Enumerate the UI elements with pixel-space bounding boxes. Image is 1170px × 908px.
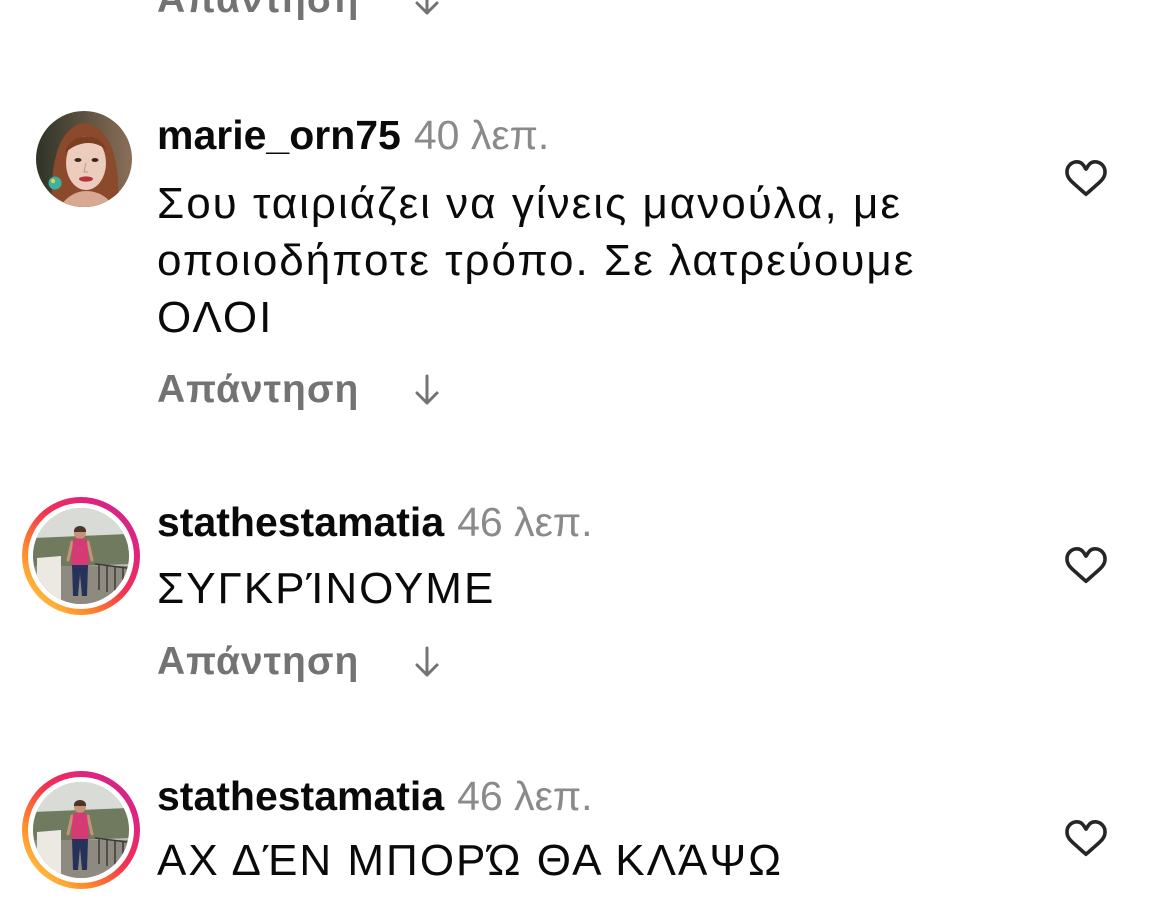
like-button[interactable]: [1062, 545, 1110, 589]
reply-button[interactable]: Απάντηση: [157, 638, 441, 686]
profile-photo: [36, 111, 132, 207]
heart-outline-icon: [1065, 160, 1107, 197]
comment-text: ΣΥΓΚΡΊΝΟΥΜΕ: [157, 564, 496, 613]
heart-outline-icon: [1065, 547, 1107, 584]
profile-photo: [33, 782, 129, 878]
comment-header: stathestamatia 46 λεπ.: [157, 772, 593, 820]
comments-list: Απάντηση: [0, 0, 1170, 908]
profile-photo: [33, 508, 129, 604]
like-button[interactable]: [1062, 818, 1110, 862]
username[interactable]: marie_orn75: [157, 112, 401, 159]
like-button[interactable]: [1062, 158, 1110, 202]
avatar[interactable]: [33, 782, 129, 878]
username[interactable]: stathestamatia: [157, 499, 444, 546]
comment-text: ΑΧ ΔΈΝ ΜΠΟΡΏ ΘΑ ΚΛΆΨΩ: [157, 836, 784, 885]
comment-header: stathestamatia 46 λεπ.: [157, 498, 593, 546]
comment-item: marie_orn75 40 λεπ. Σου ταιριάζει να γίν…: [0, 111, 1170, 414]
reply-button[interactable]: Απάντηση: [157, 0, 441, 24]
reply-label: Απάντηση: [157, 368, 360, 411]
avatar[interactable]: [33, 508, 129, 604]
story-ring[interactable]: [22, 497, 140, 615]
comment-header: marie_orn75 40 λεπ.: [157, 111, 549, 159]
reply-button[interactable]: Απάντηση: [157, 366, 441, 414]
arrow-down-icon[interactable]: [413, 0, 441, 17]
avatar[interactable]: [36, 111, 132, 207]
arrow-down-icon[interactable]: [413, 645, 441, 679]
comment-item: stathestamatia 46 λεπ. ΣΥΓΚΡΊΝΟΥΜΕ Απάντ…: [0, 497, 1170, 686]
arrow-down-icon[interactable]: [413, 373, 441, 407]
comment-text: Σου ταιριάζει να γίνεις μανούλα, με οποι…: [157, 179, 916, 342]
username[interactable]: stathestamatia: [157, 773, 444, 820]
comment-item: stathestamatia 46 λεπ. ΑΧ ΔΈΝ ΜΠΟΡΏ ΘΑ Κ…: [0, 771, 1170, 889]
heart-outline-icon: [1065, 820, 1107, 857]
reply-label: Απάντηση: [157, 640, 360, 683]
reply-label: Απάντηση: [157, 0, 359, 22]
timestamp: 46 λεπ.: [457, 772, 593, 819]
timestamp: 46 λεπ.: [457, 498, 593, 545]
story-ring[interactable]: [22, 771, 140, 889]
timestamp: 40 λεπ.: [413, 111, 550, 158]
